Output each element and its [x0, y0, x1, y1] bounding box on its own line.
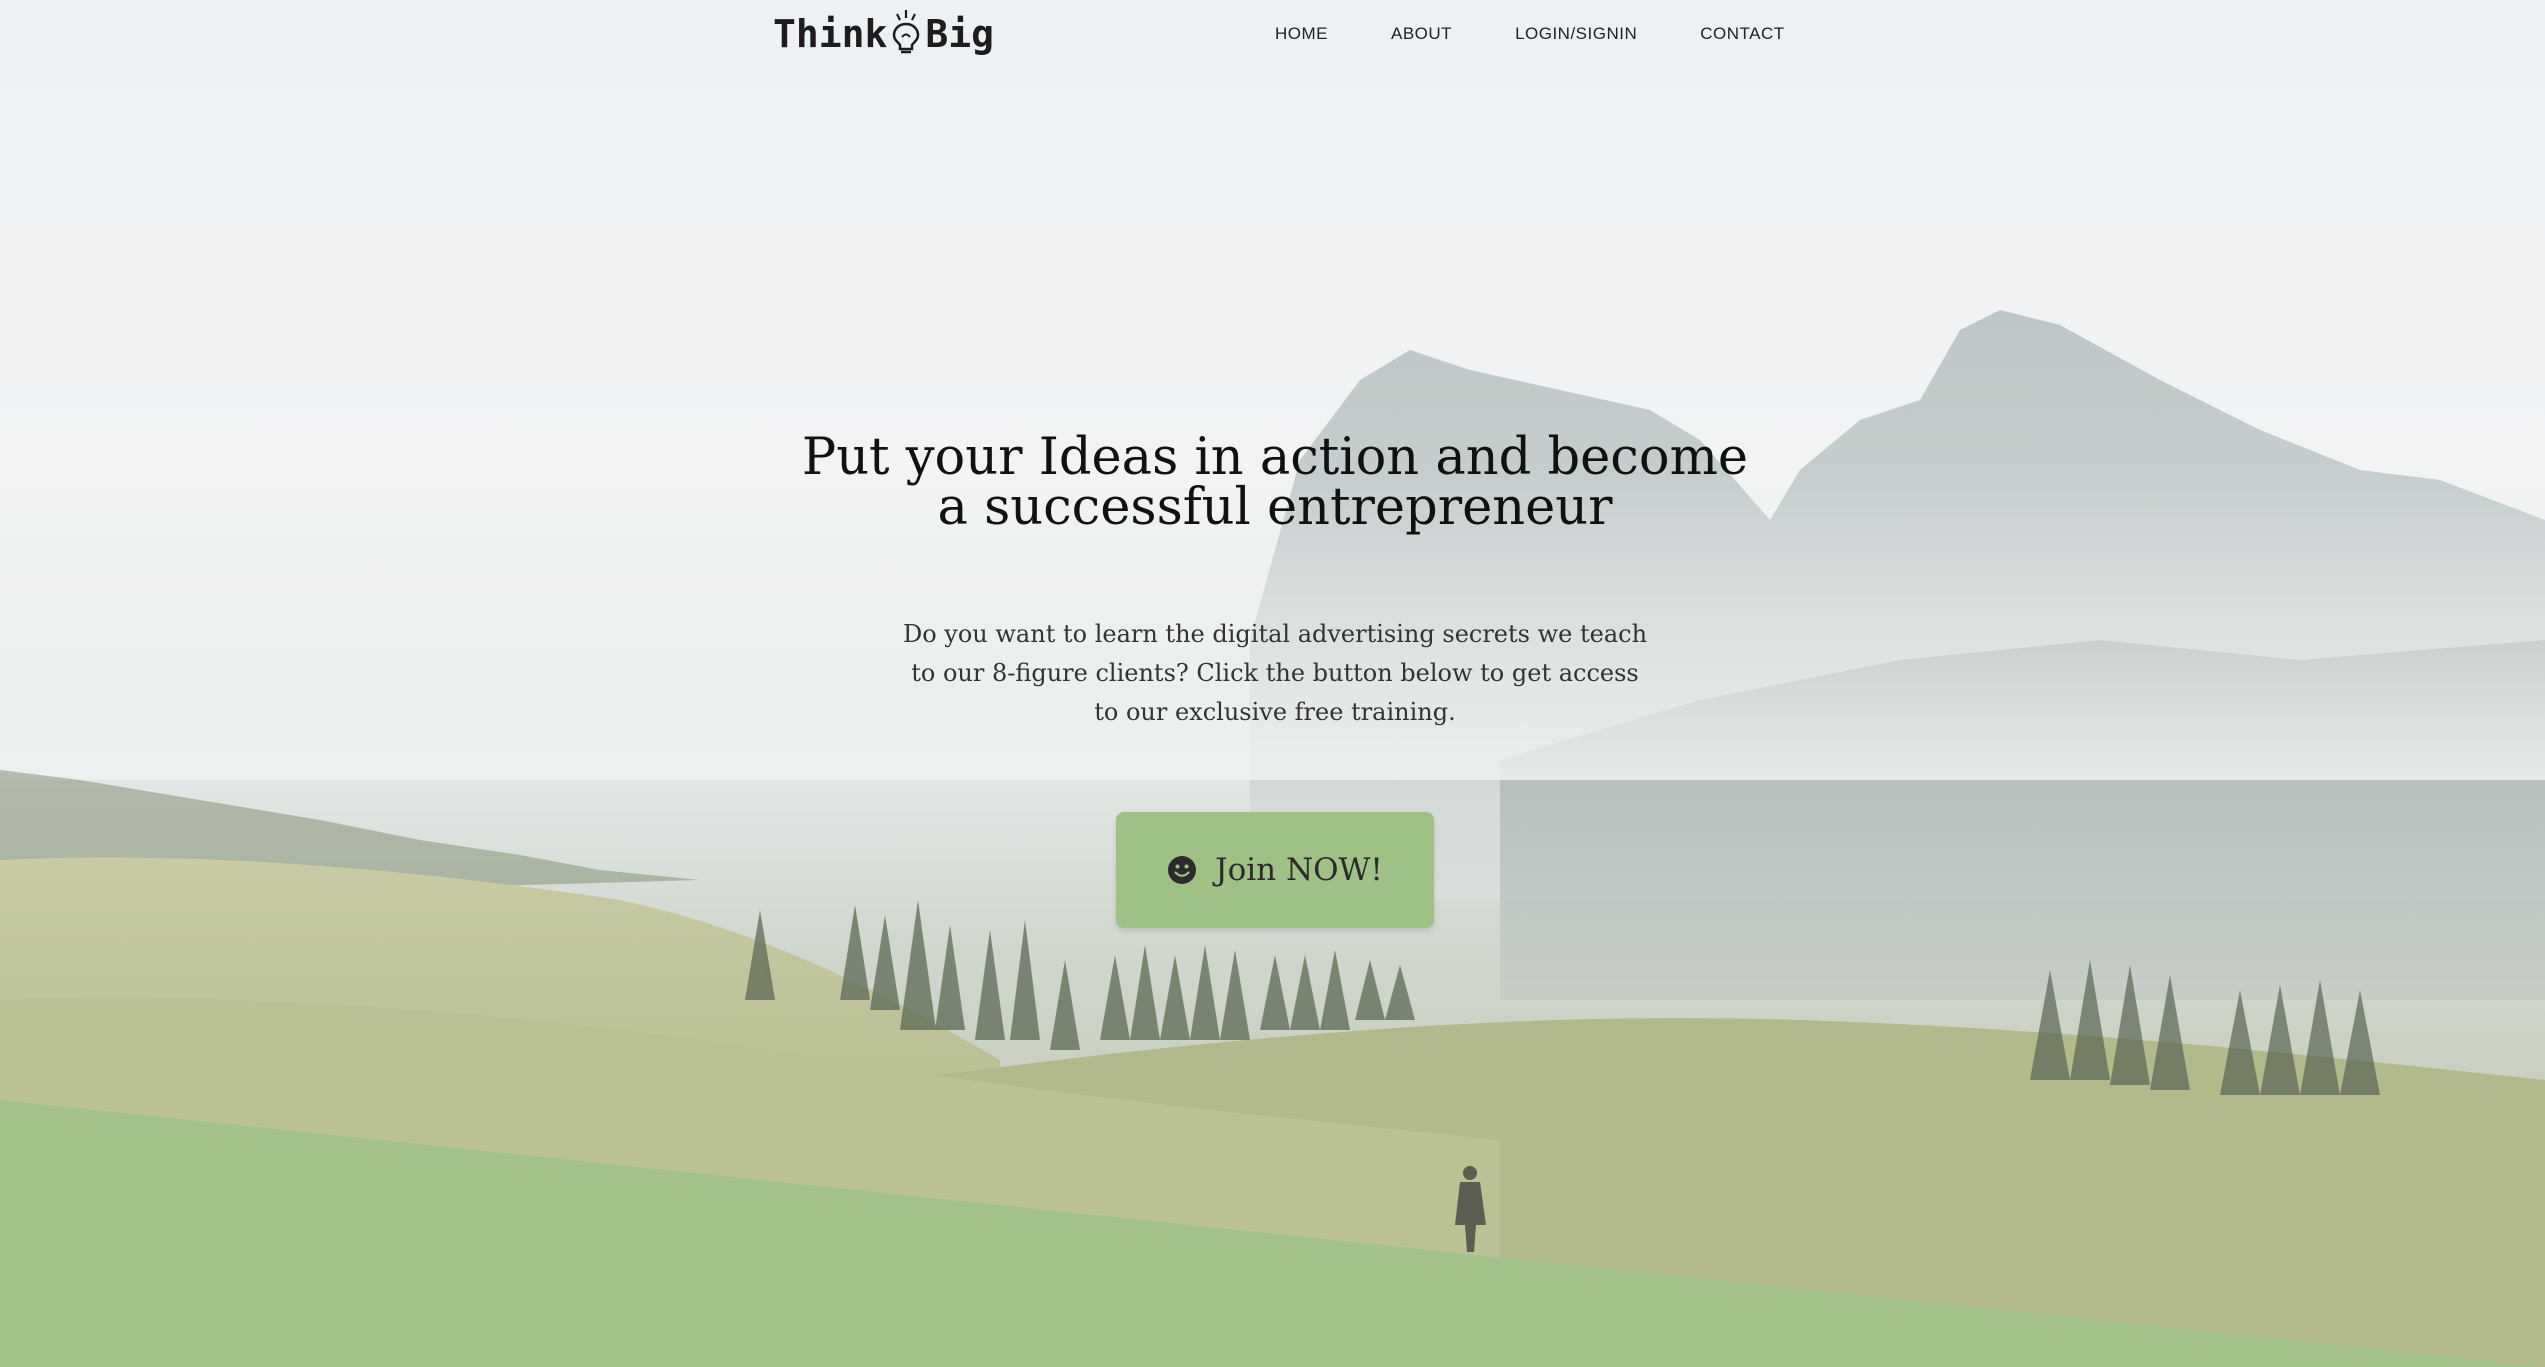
hero-subtitle: Do you want to learn the digital adverti…: [900, 615, 1650, 732]
join-now-label: Join NOW!: [1215, 852, 1383, 888]
nav-item-login-signin[interactable]: LOGIN/SIGNIN: [1515, 24, 1637, 44]
hero-title-line-1: Put your Ideas in action and become: [801, 428, 1749, 487]
hero-subtitle-line-1: Do you want to learn the digital adverti…: [902, 620, 1648, 648]
main-menu: HOME ABOUT LOGIN/SIGNIN CONTACT: [1275, 24, 1848, 44]
hero-subtitle-line-3: to our exclusive free training.: [1094, 698, 1456, 726]
logo-text-left: Think: [773, 12, 888, 56]
hero-title-line-2: a successful entrepreneur: [937, 478, 1613, 537]
lightbulb-icon: [893, 10, 920, 54]
brand-logo[interactable]: Think Big: [773, 10, 995, 56]
logo-text-right: Big: [925, 12, 995, 56]
nav-item-about[interactable]: ABOUT: [1391, 24, 1452, 44]
join-now-button[interactable]: Join NOW!: [1116, 812, 1434, 928]
hero-subtitle-line-2: to our 8-figure clients? Click the butto…: [911, 659, 1639, 687]
landing-page: Think Big HOME ABOUT LOGIN/SIGNIN CONTAC…: [0, 0, 2545, 1367]
nav-item-contact[interactable]: CONTACT: [1700, 24, 1784, 44]
nav-item-home[interactable]: HOME: [1275, 24, 1328, 44]
hero-title: Put your Ideas in action and become a su…: [760, 428, 1790, 537]
smiley-icon: [1168, 856, 1197, 884]
top-navigation: Think Big HOME ABOUT LOGIN/SIGNIN CONTAC…: [0, 0, 2545, 70]
